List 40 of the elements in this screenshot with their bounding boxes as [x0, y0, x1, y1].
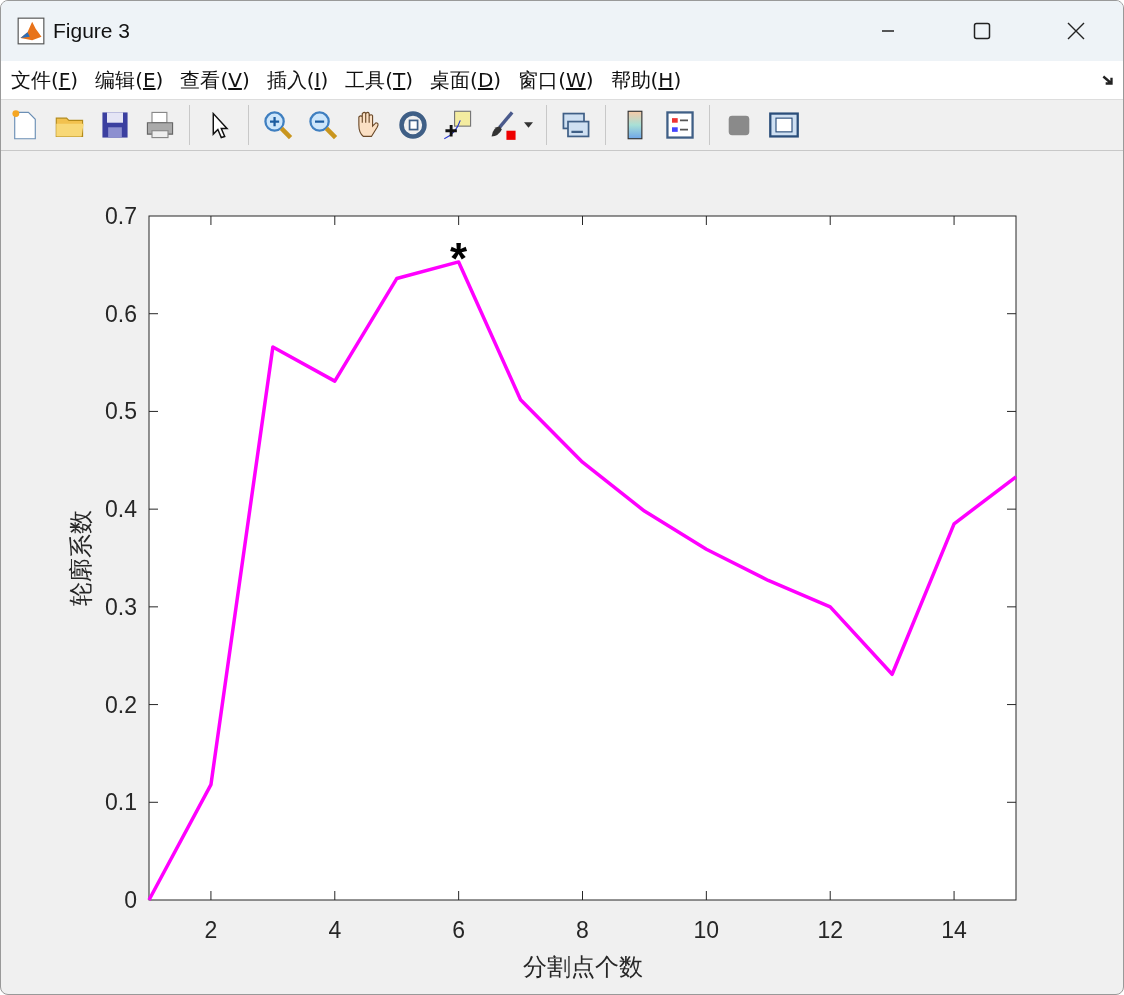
menu-item[interactable]: 编辑(E): [95, 66, 164, 94]
menu-item[interactable]: 帮助(H): [610, 66, 682, 94]
print-icon[interactable]: [144, 109, 176, 141]
menu-item[interactable]: 窗口(W): [518, 66, 594, 94]
y-axis-label: 轮廓系数: [67, 510, 95, 606]
tick-label: 10: [693, 917, 720, 943]
save-icon[interactable]: [99, 109, 131, 141]
tick-label: 0.3: [105, 593, 137, 620]
tick-label: 0.1: [105, 789, 137, 816]
menu-item[interactable]: 文件(F): [11, 66, 79, 94]
close-icon[interactable]: [1066, 21, 1086, 41]
legend-icon[interactable]: [664, 109, 696, 141]
maximize-icon[interactable]: [972, 21, 992, 41]
tick-label: 12: [817, 917, 843, 943]
tick-label: 0: [124, 887, 137, 913]
tick-label: 4: [328, 917, 342, 943]
tick-label: 2: [204, 917, 218, 943]
dock-arrow-icon[interactable]: [1101, 73, 1115, 87]
x-axis-label: 分割点个数: [522, 953, 643, 981]
zoom-in-icon[interactable]: [262, 109, 294, 141]
tick-label: 14: [941, 917, 967, 943]
tick-label: 0.5: [105, 398, 137, 425]
rotate-icon[interactable]: [397, 109, 429, 141]
tick-label: 0.2: [105, 691, 137, 718]
window-title: Figure 3: [53, 19, 131, 43]
menu-item[interactable]: 工具(T): [345, 66, 414, 94]
menu-item[interactable]: 插入(I): [266, 66, 329, 94]
menu-item[interactable]: 查看(V): [180, 66, 250, 94]
caret-icon[interactable]: [524, 121, 533, 129]
tick-label: 0.7: [105, 203, 137, 229]
tick-label: 0.4: [105, 496, 137, 523]
tick-label: 0.6: [105, 300, 137, 327]
frame-icon[interactable]: [768, 109, 800, 141]
tick-label: 8: [576, 917, 589, 943]
menu-item[interactable]: 桌面(D): [430, 66, 502, 94]
peak-marker: *: [450, 233, 468, 283]
tick-label: 6: [452, 917, 466, 943]
data-cursor-icon[interactable]: [442, 109, 474, 141]
zoom-out-icon[interactable]: [307, 109, 339, 141]
peak-surface-icon: [17, 17, 45, 45]
